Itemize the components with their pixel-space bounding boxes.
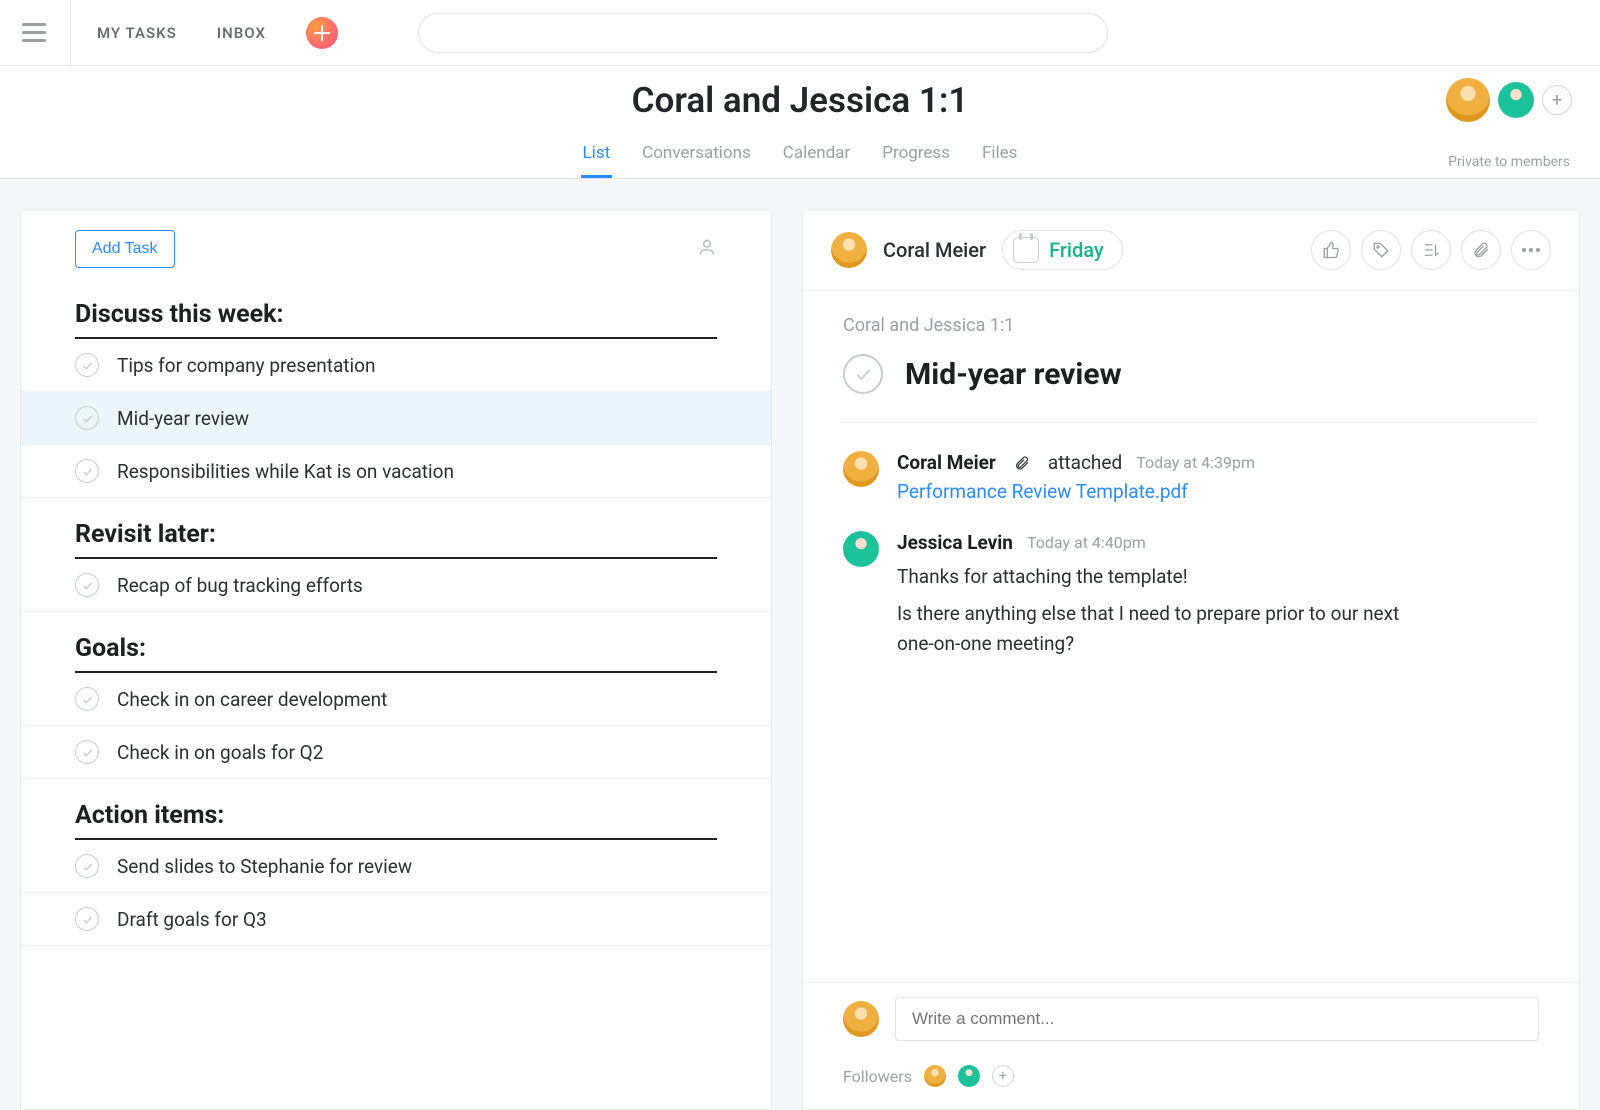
complete-checkbox[interactable] — [75, 353, 99, 377]
complete-checkbox[interactable] — [75, 907, 99, 931]
calendar-icon — [1013, 237, 1039, 263]
section-header[interactable]: Action items: — [75, 779, 717, 840]
task-row[interactable]: Tips for company presentation — [21, 339, 771, 392]
task-name: Recap of bug tracking efforts — [117, 574, 363, 597]
tab-list[interactable]: List — [581, 135, 613, 178]
nav-inbox[interactable]: INBOX — [217, 24, 266, 42]
task-name: Tips for company presentation — [117, 354, 375, 377]
subtask-button[interactable] — [1411, 230, 1451, 270]
task-row[interactable]: Responsibilities while Kat is on vacatio… — [21, 445, 771, 498]
complete-checkbox[interactable] — [75, 740, 99, 764]
detail-header: Coral Meier Friday — [803, 210, 1579, 291]
nav-my-tasks[interactable]: MY TASKS — [97, 24, 177, 42]
task-name: Check in on career development — [117, 688, 387, 711]
tab-progress[interactable]: Progress — [880, 135, 952, 178]
member-avatar-coral[interactable] — [1446, 78, 1490, 122]
comment-action: attached — [1048, 451, 1122, 474]
task-name: Mid-year review — [117, 407, 249, 430]
quick-add-button[interactable] — [306, 17, 338, 49]
assignee-avatar[interactable] — [831, 232, 867, 268]
search-input[interactable] — [418, 13, 1108, 53]
section-header[interactable]: Discuss this week: — [75, 278, 717, 339]
section-title: Revisit later: — [75, 520, 717, 549]
tag-button[interactable] — [1361, 230, 1401, 270]
add-task-button[interactable]: Add Task — [75, 230, 175, 268]
section-title: Action items: — [75, 801, 717, 830]
complete-checkbox[interactable] — [75, 854, 99, 878]
assignee-name: Coral Meier — [883, 238, 986, 262]
due-date-text: Friday — [1049, 238, 1104, 262]
search-wrap — [418, 13, 1108, 53]
task-row[interactable]: Check in on career development — [21, 673, 771, 726]
task-detail-panel: Coral Meier Friday Coral and Jessica 1:1… — [802, 209, 1580, 1110]
tab-conversations[interactable]: Conversations — [640, 135, 753, 178]
task-title[interactable]: Mid-year review — [905, 357, 1122, 392]
complete-checkbox[interactable] — [75, 687, 99, 711]
project-members: + — [1446, 78, 1572, 122]
follower-avatar[interactable] — [958, 1065, 980, 1087]
task-list-panel: Add Task Discuss this week: Tips for comp… — [20, 209, 772, 1110]
more-actions-button[interactable] — [1511, 230, 1551, 270]
comment-composer — [803, 982, 1579, 1055]
task-row[interactable]: Check in on goals for Q2 — [21, 726, 771, 779]
due-date-pill[interactable]: Friday — [1002, 230, 1123, 270]
comment-author: Jessica Levin — [897, 531, 1013, 554]
complete-checkbox[interactable] — [75, 573, 99, 597]
tab-files[interactable]: Files — [980, 135, 1019, 178]
section-header[interactable]: Revisit later: — [75, 498, 717, 559]
task-name: Draft goals for Q3 — [117, 908, 267, 931]
workspace: Add Task Discuss this week: Tips for comp… — [0, 179, 1600, 1110]
task-row[interactable]: Draft goals for Q3 — [21, 893, 771, 946]
complete-task-button[interactable] — [843, 354, 883, 394]
topbar: MY TASKS INBOX — [0, 0, 1600, 66]
detail-body: Coral and Jessica 1:1 Mid-year review Co… — [803, 291, 1579, 982]
task-name: Send slides to Stephanie for review — [117, 855, 412, 878]
composer-avatar — [843, 1001, 879, 1037]
menu-toggle[interactable] — [16, 15, 52, 51]
comment-avatar[interactable] — [843, 451, 879, 487]
task-row[interactable]: Mid-year review — [21, 392, 771, 445]
complete-checkbox[interactable] — [75, 459, 99, 483]
member-avatar-jessica[interactable] — [1498, 82, 1534, 118]
complete-checkbox[interactable] — [75, 406, 99, 430]
comment-input[interactable] — [895, 997, 1539, 1041]
comment-time: Today at 4:39pm — [1136, 453, 1255, 472]
add-follower-button[interactable]: + — [992, 1065, 1014, 1087]
privacy-label: Private to members — [1448, 154, 1570, 170]
assignee-filter-icon[interactable] — [697, 237, 717, 261]
project-tabs: List Conversations Calendar Progress Fil… — [24, 135, 1576, 178]
task-row[interactable]: Send slides to Stephanie for review — [21, 840, 771, 893]
plus-icon — [314, 25, 330, 41]
followers-row: Followers + — [803, 1055, 1579, 1109]
task-row[interactable]: Recap of bug tracking efforts — [21, 559, 771, 612]
comment-item: Jessica Levin Today at 4:40pm Thanks for… — [843, 531, 1539, 658]
breadcrumb[interactable]: Coral and Jessica 1:1 — [843, 315, 1539, 336]
follower-avatar[interactable] — [924, 1065, 946, 1087]
comment-item: Coral Meier attached Today at 4:39pm Per… — [843, 451, 1539, 503]
section-header[interactable]: Goals: — [75, 612, 717, 673]
section-title: Goals: — [75, 634, 717, 663]
followers-label: Followers — [843, 1067, 912, 1086]
comment-text: Is there anything else that I need to pr… — [897, 599, 1417, 658]
comment-text: Thanks for attaching the template! — [897, 562, 1417, 591]
paperclip-icon — [1014, 455, 1030, 471]
comment-author: Coral Meier — [897, 451, 996, 474]
task-name: Check in on goals for Q2 — [117, 741, 323, 764]
project-header: Coral and Jessica 1:1 List Conversations… — [0, 66, 1600, 179]
like-button[interactable] — [1311, 230, 1351, 270]
comment-avatar[interactable] — [843, 531, 879, 567]
divider — [70, 0, 71, 66]
project-title: Coral and Jessica 1:1 — [24, 80, 1576, 121]
tab-calendar[interactable]: Calendar — [781, 135, 852, 178]
attachment-link[interactable]: Performance Review Template.pdf — [897, 480, 1188, 503]
section-title: Discuss this week: — [75, 300, 717, 329]
attachment-button[interactable] — [1461, 230, 1501, 270]
task-name: Responsibilities while Kat is on vacatio… — [117, 460, 454, 483]
comment-time: Today at 4:40pm — [1027, 533, 1146, 552]
add-member-button[interactable]: + — [1542, 85, 1572, 115]
